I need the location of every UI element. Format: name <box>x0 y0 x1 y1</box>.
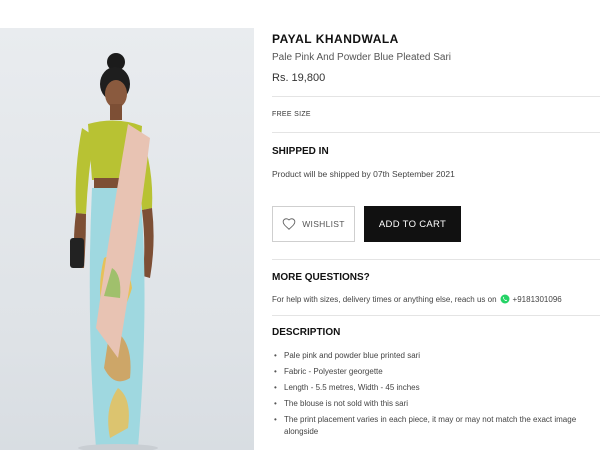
shipping-date-text: Product will be shipped by 07th Septembe… <box>272 169 455 179</box>
whatsapp-icon[interactable] <box>500 294 510 304</box>
top-bar <box>0 0 600 28</box>
product-info-panel: PAYAL KHANDWALA Pale Pink And Powder Blu… <box>272 28 600 450</box>
contact-phone[interactable]: +9181301096 <box>513 295 562 304</box>
wishlist-label: WISHLIST <box>302 219 345 229</box>
product-image[interactable] <box>0 28 254 450</box>
help-text: For help with sizes, delivery times or a… <box>272 294 600 304</box>
description-item: Fabric - Polyester georgette <box>272 366 600 378</box>
description-item: The blouse is not sold with this sari <box>272 398 600 410</box>
description-item: Pale pink and powder blue printed sari <box>272 350 600 362</box>
divider <box>272 315 600 316</box>
divider <box>272 96 600 97</box>
description-item: The print placement varies in each piece… <box>272 414 600 438</box>
add-to-cart-button[interactable]: ADD TO CART <box>364 206 461 242</box>
model-photo-illustration <box>70 53 158 450</box>
divider <box>272 132 600 133</box>
wishlist-button[interactable]: WISHLIST <box>272 206 355 242</box>
product-price: Rs. 19,800 <box>272 72 326 84</box>
divider <box>272 259 600 260</box>
description-item: Length - 5.5 metres, Width - 45 inches <box>272 382 600 394</box>
shipping-heading: SHIPPED IN <box>272 146 329 157</box>
brand-name[interactable]: PAYAL KHANDWALA <box>272 32 399 46</box>
product-title: Pale Pink And Powder Blue Pleated Sari <box>272 52 451 63</box>
description-list: Pale pink and powder blue printed sari F… <box>272 350 600 442</box>
size-option[interactable]: FREE SIZE <box>272 111 311 118</box>
product-page: PAYAL KHANDWALA Pale Pink And Powder Blu… <box>0 0 600 450</box>
description-heading: DESCRIPTION <box>272 327 341 338</box>
heart-outline-icon <box>282 218 296 230</box>
help-message: For help with sizes, delivery times or a… <box>272 294 497 304</box>
questions-heading: MORE QUESTIONS? <box>272 272 370 283</box>
